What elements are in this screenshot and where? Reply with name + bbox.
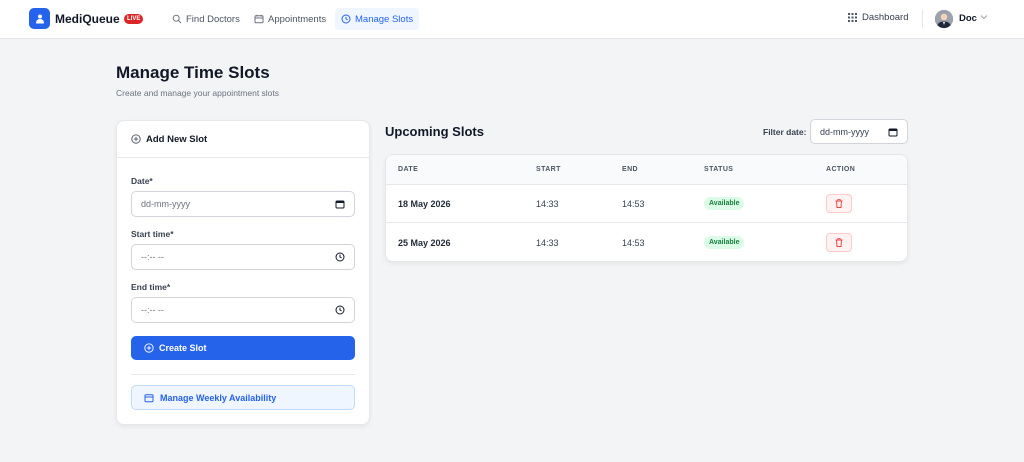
- end-time-placeholder: --:-- --: [141, 305, 164, 315]
- slot-start: 14:33: [536, 199, 559, 209]
- end-time-label: End time*: [131, 282, 171, 292]
- delete-slot-button[interactable]: [826, 233, 852, 252]
- end-time-input[interactable]: --:-- --: [131, 297, 355, 323]
- add-slot-title: Add New Slot: [146, 133, 208, 145]
- grid-icon: [848, 13, 857, 22]
- nav-manage-slots[interactable]: Manage Slots: [335, 8, 420, 30]
- plus-circle-icon: [131, 134, 141, 144]
- column-status: STATUS: [704, 166, 734, 173]
- logo-icon[interactable]: [29, 8, 50, 29]
- brand-name[interactable]: MediQueue: [55, 12, 120, 26]
- clock-icon: [341, 14, 351, 24]
- manage-weekly-availability-label: Manage Weekly Availability: [160, 392, 277, 403]
- table-row: 18 May 2026 14:33 14:53 Available: [386, 185, 907, 223]
- clock-icon[interactable]: [335, 252, 345, 262]
- nav-manage-slots-label: Manage Slots: [355, 13, 414, 25]
- manage-weekly-availability-button[interactable]: Manage Weekly Availability: [131, 385, 355, 410]
- dashboard-label: Dashboard: [862, 12, 909, 23]
- slot-end: 14:53: [622, 199, 645, 209]
- start-time-label: Start time*: [131, 229, 174, 239]
- navbar-divider: [922, 10, 923, 28]
- dashboard-link[interactable]: Dashboard: [848, 12, 908, 23]
- slot-date: 18 May 2026: [398, 199, 451, 209]
- column-action: ACTION: [826, 166, 856, 173]
- search-icon: [172, 14, 182, 24]
- nav-find-doctors[interactable]: Find Doctors: [166, 8, 246, 30]
- table-header: DATE START END STATUS ACTION: [386, 155, 907, 185]
- start-time-input[interactable]: --:-- --: [131, 244, 355, 270]
- slot-start: 14:33: [536, 238, 559, 248]
- date-input[interactable]: dd-mm-yyyy: [131, 191, 355, 217]
- nav-find-doctors-label: Find Doctors: [186, 13, 240, 25]
- status-badge: Available: [704, 197, 745, 210]
- status-badge: Available: [704, 236, 745, 249]
- add-slot-header: Add New Slot: [117, 121, 369, 158]
- upcoming-slots-title: Upcoming Slots: [385, 124, 484, 139]
- trash-icon: [835, 199, 843, 208]
- slot-end: 14:53: [622, 238, 645, 248]
- calendar-icon[interactable]: [335, 199, 345, 209]
- column-date: DATE: [398, 166, 419, 173]
- calendar-icon: [144, 393, 154, 402]
- live-badge: LIVE: [124, 14, 144, 24]
- avatar[interactable]: [935, 10, 953, 28]
- create-slot-button[interactable]: Create Slot: [131, 336, 355, 360]
- delete-slot-button[interactable]: [826, 194, 852, 213]
- start-time-placeholder: --:-- --: [141, 252, 164, 262]
- table-row: 25 May 2026 14:33 14:53 Available: [386, 224, 907, 261]
- trash-icon: [835, 238, 843, 247]
- add-slot-card: Add New Slot Date* dd-mm-yyyy Start time…: [116, 120, 370, 425]
- slot-date: 25 May 2026: [398, 238, 451, 248]
- filter-date-placeholder: dd-mm-yyyy: [820, 126, 869, 137]
- page-title: Manage Time Slots: [116, 63, 270, 82]
- top-navbar: MediQueue LIVE Find Doctors Appointments…: [0, 0, 1024, 39]
- create-slot-label: Create Slot: [159, 343, 207, 353]
- date-placeholder: dd-mm-yyyy: [141, 199, 190, 209]
- calendar-icon[interactable]: [888, 127, 898, 137]
- slots-table: DATE START END STATUS ACTION 18 May 2026…: [385, 154, 908, 262]
- filter-date-label: Filter date:: [763, 127, 807, 137]
- plus-circle-icon: [144, 343, 154, 353]
- chevron-down-icon[interactable]: [980, 13, 988, 21]
- filter-date-input[interactable]: dd-mm-yyyy: [810, 119, 908, 144]
- clock-icon[interactable]: [335, 305, 345, 315]
- column-start: START: [536, 166, 561, 173]
- nav-appointments[interactable]: Appointments: [248, 8, 332, 30]
- page-subtitle: Create and manage your appointment slots: [116, 88, 280, 98]
- column-end: END: [622, 166, 638, 173]
- calendar-icon: [254, 14, 264, 24]
- nav-appointments-label: Appointments: [268, 13, 327, 25]
- date-label: Date*: [131, 176, 153, 186]
- card-divider: [131, 374, 355, 375]
- user-name[interactable]: Doc: [959, 13, 977, 24]
